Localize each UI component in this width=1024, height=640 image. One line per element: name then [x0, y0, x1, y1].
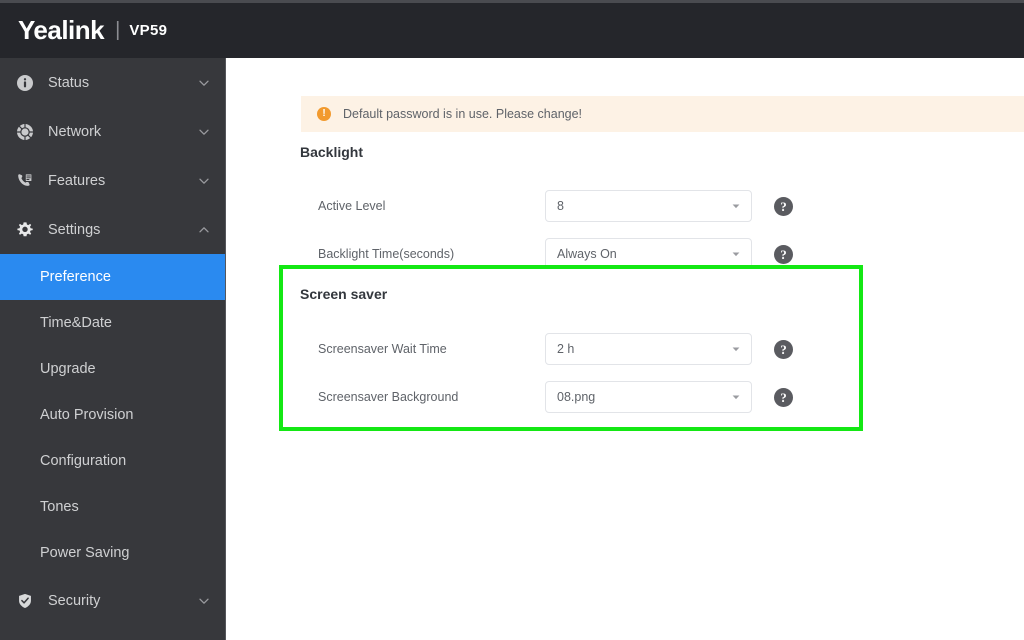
form-row-active-level: Active Level 8 ?	[300, 189, 990, 223]
sidebar-item-power-saving[interactable]: Power Saving	[0, 530, 225, 576]
chevron-down-icon	[731, 344, 741, 354]
main-content: ! Default password is in use. Please cha…	[227, 58, 1024, 640]
sidebar-item-auto-provision[interactable]: Auto Provision	[0, 392, 225, 438]
chevron-up-icon[interactable]	[197, 223, 211, 237]
sidebar-item-label: Upgrade	[40, 361, 96, 377]
shield-check-icon	[14, 590, 36, 612]
sidebar-item-network[interactable]: Network	[0, 107, 225, 156]
backlight-time-value: Always On	[557, 247, 617, 261]
sidebar-item-features[interactable]: Features	[0, 156, 225, 205]
help-icon[interactable]: ?	[774, 244, 793, 264]
help-icon[interactable]: ?	[774, 339, 793, 359]
gear-icon	[14, 219, 36, 241]
sidebar-item-label: Configuration	[40, 453, 127, 469]
screensaver-section-title: Screen saver	[300, 286, 388, 302]
sidebar-item-security[interactable]: Security	[0, 576, 225, 625]
form-row-screensaver-wait-time: Screensaver Wait Time 2 h ?	[300, 332, 990, 366]
backlight-section-title: Backlight	[300, 144, 364, 160]
screensaver-background-select[interactable]: 08.png	[545, 381, 752, 413]
app-root: Yealink | VP59 Status Network Features S…	[0, 0, 1024, 640]
active-level-select[interactable]: 8	[545, 190, 752, 222]
active-level-label: Active Level	[318, 199, 386, 213]
screensaver-wait-time-label: Screensaver Wait Time	[318, 342, 447, 356]
sidebar-item-settings[interactable]: Settings	[0, 205, 225, 254]
chevron-down-icon	[731, 392, 741, 402]
screensaver-background-label: Screensaver Background	[318, 390, 459, 404]
chevron-down-icon[interactable]	[197, 125, 211, 139]
chevron-down-icon[interactable]	[197, 174, 211, 188]
backlight-time-label: Backlight Time(seconds)	[318, 247, 455, 261]
sidebar-item-label: Status	[48, 74, 90, 91]
info-circle-icon	[14, 72, 36, 94]
alert-message: Default password is in use. Please chang…	[343, 107, 583, 121]
sidebar-item-label: Tones	[40, 499, 79, 515]
form-row-screensaver-background: Screensaver Background 08.png ?	[300, 380, 990, 414]
sidebar-item-label: Auto Provision	[40, 407, 134, 423]
app-header: Yealink | VP59	[0, 3, 1024, 58]
chevron-down-icon[interactable]	[197, 594, 211, 608]
sidebar-item-tones[interactable]: Tones	[0, 484, 225, 530]
help-icon[interactable]: ?	[774, 387, 793, 407]
brand-logo: Yealink	[18, 15, 105, 45]
chevron-down-icon	[731, 249, 741, 259]
sidebar-item-time-date[interactable]: Time&Date	[0, 300, 225, 346]
sidebar-item-label: Power Saving	[40, 545, 130, 561]
screensaver-wait-time-value: 2 h	[557, 342, 575, 356]
help-icon[interactable]: ?	[774, 196, 793, 216]
brand-separator: |	[115, 19, 121, 41]
network-globe-icon	[14, 121, 36, 143]
sidebar-item-label: Time&Date	[40, 315, 112, 331]
chevron-down-icon	[731, 201, 741, 211]
chevron-down-icon[interactable]	[197, 76, 211, 90]
screensaver-wait-time-select[interactable]: 2 h	[545, 333, 752, 365]
sidebar-item-preference[interactable]: Preference	[0, 254, 225, 300]
sidebar-item-upgrade[interactable]: Upgrade	[0, 346, 225, 392]
sidebar-item-configuration[interactable]: Configuration	[0, 438, 225, 484]
default-password-alert: ! Default password is in use. Please cha…	[301, 96, 1024, 132]
active-level-value: 8	[557, 199, 564, 213]
sidebar-nav: Status Network Features Settings Prefere…	[0, 58, 226, 640]
sidebar-item-status[interactable]: Status	[0, 58, 225, 107]
sidebar-item-label: Security	[48, 592, 101, 609]
sidebar-item-label: Network	[48, 123, 102, 140]
sidebar-item-label: Preference	[40, 269, 111, 285]
phone-features-icon	[14, 170, 36, 192]
sidebar-item-label: Settings	[48, 221, 101, 238]
device-model-label: VP59	[129, 22, 168, 39]
sidebar-item-label: Features	[48, 172, 106, 189]
warning-icon: !	[317, 107, 331, 121]
screensaver-background-value: 08.png	[557, 390, 596, 404]
